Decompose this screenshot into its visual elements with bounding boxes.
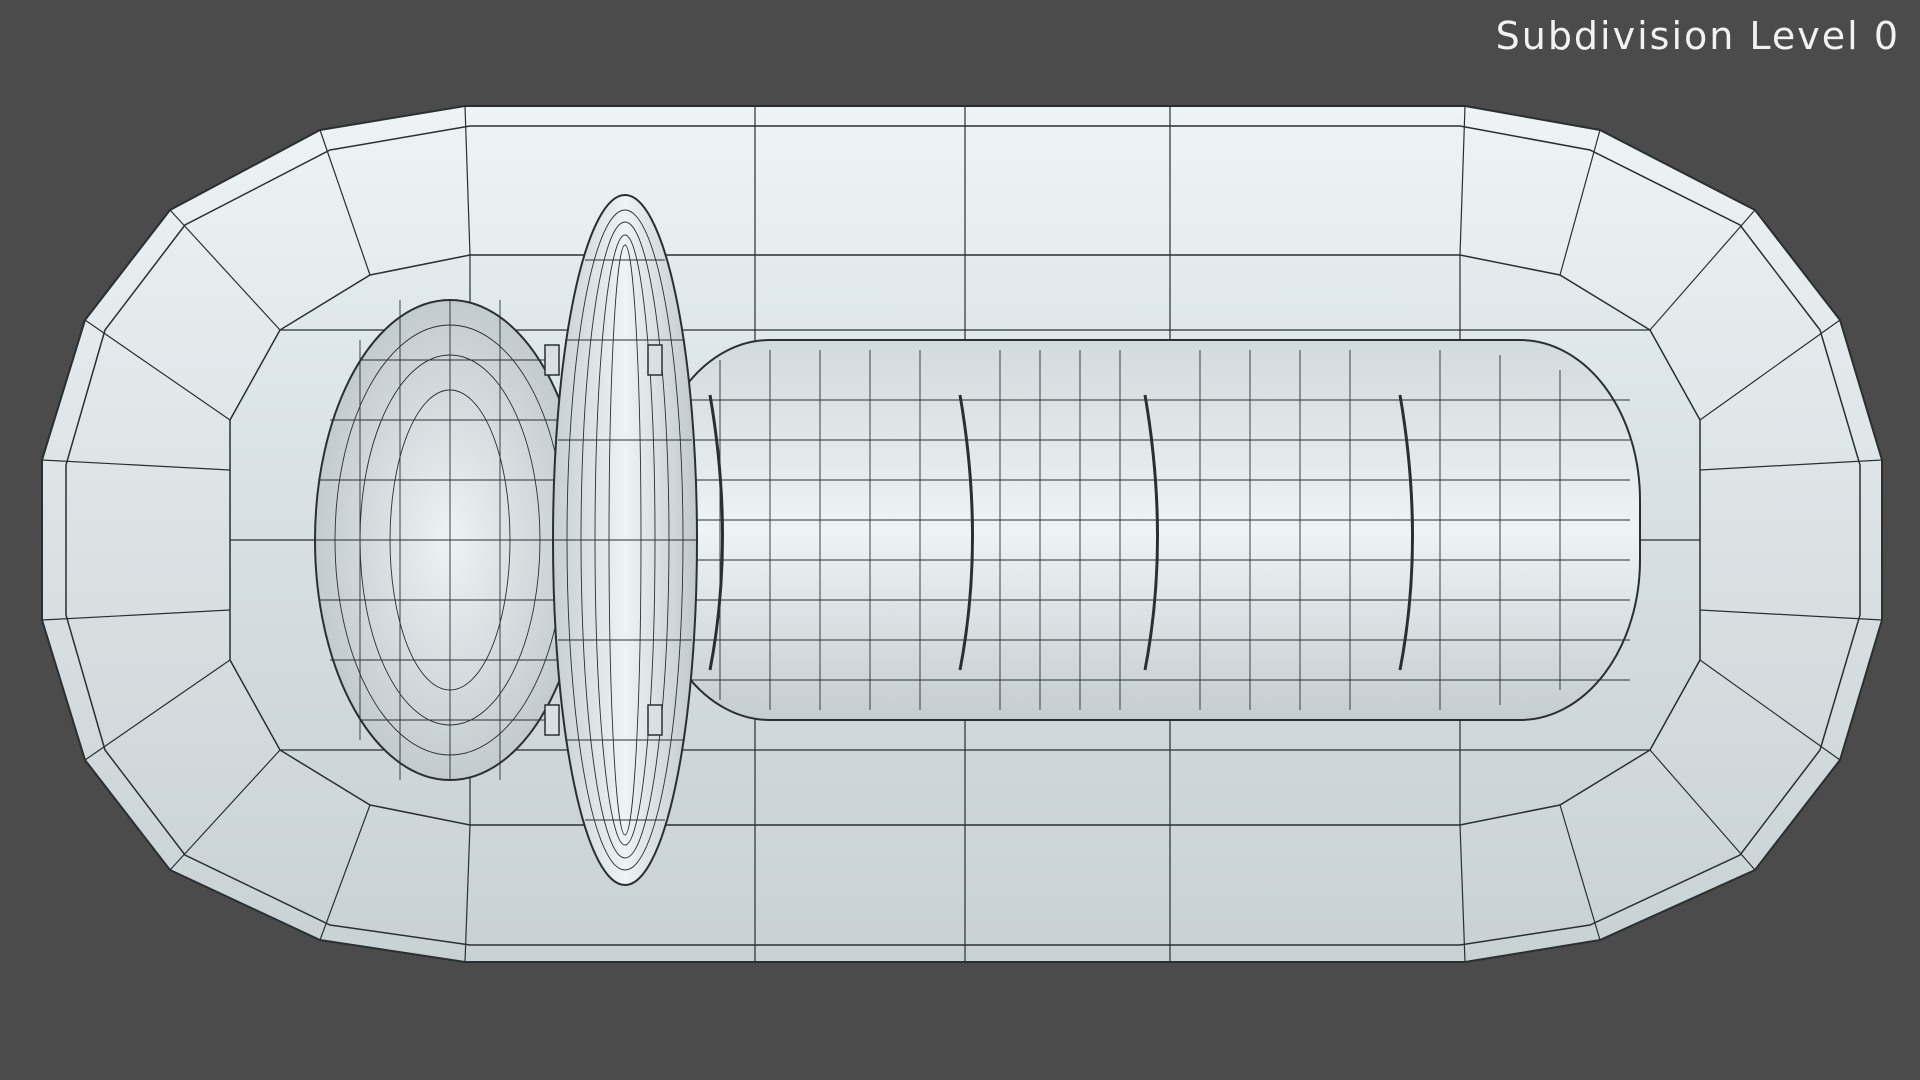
wireframe-render bbox=[41, 105, 1883, 963]
subdivision-level-label: Subdivision Level 0 bbox=[1495, 14, 1900, 58]
grip-mesh bbox=[649, 339, 1641, 721]
3d-viewport[interactable]: Subdivision Level 0 bbox=[0, 0, 1920, 1080]
